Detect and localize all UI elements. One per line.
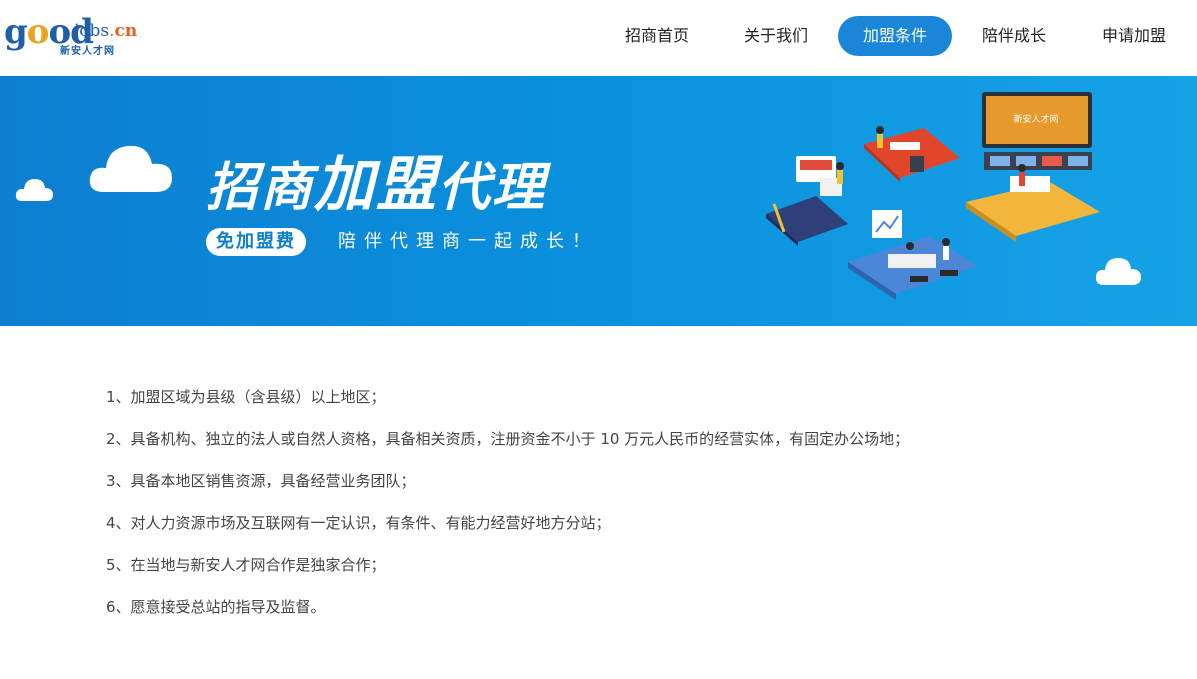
nav-item-apply[interactable]: 申请加盟 <box>1086 16 1182 56</box>
condition-item: 2、具备机构、独立的法人或自然人资格，具备相关资质，注册资金不小于 10 万元人… <box>106 430 910 448</box>
banner-title: 招商加盟代理 <box>206 150 547 220</box>
nav-item-about[interactable]: 关于我们 <box>728 16 824 56</box>
nav-item-growth[interactable]: 陪伴成长 <box>966 16 1062 56</box>
nav-item-home[interactable]: 招商首页 <box>610 16 704 56</box>
franchise-conditions-list: 1、加盟区域为县级（含县级）以上地区； 2、具备机构、独立的法人或自然人资格，具… <box>106 382 1106 634</box>
office-illustration: 新安人才网 <box>766 92 1100 300</box>
condition-item: 5、在当地与新安人才网合作是独家合作； <box>106 556 386 574</box>
free-fee-badge: 免加盟费 <box>206 228 306 256</box>
condition-item: 1、加盟区域为县级（含县级）以上地区； <box>106 388 386 406</box>
main-nav: 招商首页 关于我们 加盟条件 陪伴成长 申请加盟 <box>0 16 1197 56</box>
screen-text: 新安人才网 <box>1013 113 1058 125</box>
nav-item-conditions[interactable]: 加盟条件 <box>838 16 952 56</box>
condition-item: 3、具备本地区销售资源，具备经营业务团队； <box>106 472 416 490</box>
condition-item: 6、愿意接受总站的指导及监督。 <box>106 598 326 616</box>
hero-banner: 招商加盟代理 免加盟费 陪伴代理商一起成长！ 新安人才网 <box>0 76 1197 326</box>
site-header: good jobs.cn 新安人才网 招商首页 关于我们 加盟条件 陪伴成长 申… <box>0 0 1197 76</box>
cloud-icon <box>15 179 53 201</box>
condition-item: 4、对人力资源市场及互联网有一定认识，有条件、有能力经营好地方分站； <box>106 514 611 532</box>
cloud-icon <box>89 145 172 192</box>
banner-slogan: 陪伴代理商一起成长！ <box>338 231 598 252</box>
